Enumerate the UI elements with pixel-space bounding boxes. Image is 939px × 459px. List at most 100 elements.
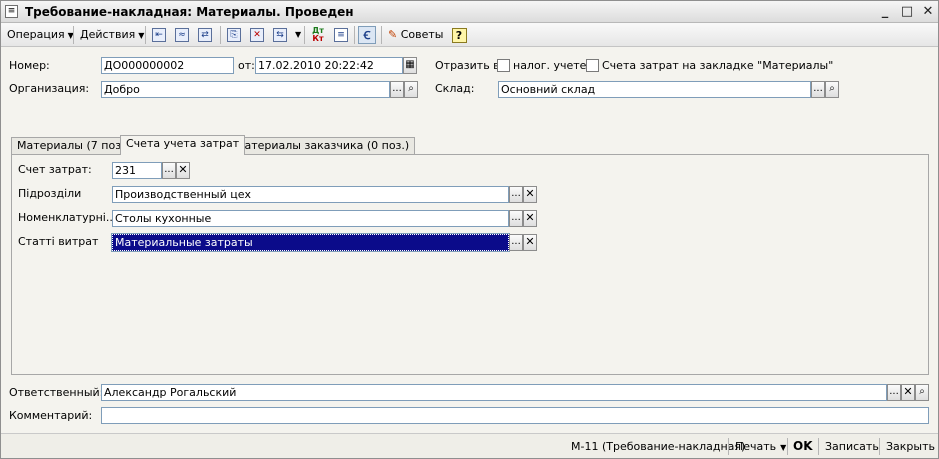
toolbar-separator xyxy=(145,26,146,44)
reflect-label: Отразить в: xyxy=(435,59,504,72)
nomenclature-field[interactable]: Столы кухонные xyxy=(112,210,509,227)
command-separator xyxy=(728,438,729,455)
organization-select-button[interactable]: ... xyxy=(390,81,404,98)
operation-menu-label: Операция xyxy=(7,28,65,41)
refresh-icon: ⇄ xyxy=(198,28,212,42)
structure-button[interactable]: ⇆ xyxy=(271,26,289,44)
tax-accounting-label: налог. учете xyxy=(513,59,587,72)
organization-label: Организация: xyxy=(9,82,90,95)
print-form-button[interactable]: М-11 (Требование-накладная) xyxy=(571,438,745,455)
tips-button[interactable]: ✎ Советы xyxy=(385,27,446,43)
clear-icon: ✕ xyxy=(178,163,188,176)
unpost-icon: ✕ xyxy=(250,28,264,42)
go-to-first-icon: ⇤ xyxy=(152,28,166,42)
nomenclature-select-button[interactable]: ... xyxy=(509,210,523,227)
close-window-button[interactable]: ✕ xyxy=(920,4,936,20)
toolbar-separator xyxy=(354,26,355,44)
tab-cost-accounts[interactable]: Счета учета затрат xyxy=(120,135,246,155)
filter-button[interactable]: Ꞓ xyxy=(358,26,376,44)
go-to-first-button[interactable]: ⇤ xyxy=(150,26,168,44)
toolbar-separator xyxy=(381,26,382,44)
refresh-button[interactable]: ⇄ xyxy=(196,26,214,44)
maximize-button[interactable]: □ xyxy=(899,4,915,20)
warehouse-field[interactable]: Основний склад xyxy=(498,81,811,98)
warehouse-select-button[interactable]: ... xyxy=(811,81,825,98)
dt-kt-icon-bottom: Кт xyxy=(312,34,324,43)
actions-menu[interactable]: Действия ▼ xyxy=(77,27,147,43)
command-separator xyxy=(879,438,880,455)
operation-menu[interactable]: Операция ▼ xyxy=(4,27,77,43)
command-bar: М-11 (Требование-накладная) Печать ▼ OK З… xyxy=(1,433,938,458)
list-button[interactable]: ≈ xyxy=(173,26,191,44)
help-icon: ? xyxy=(451,27,467,43)
number-field[interactable]: ДО000000002 xyxy=(101,57,234,74)
cost-accounts-panel: Счет затрат: 231 ... ✕ Підрозділи Произв… xyxy=(11,154,929,375)
calendar-button[interactable]: ▦ xyxy=(403,57,417,74)
organization-field[interactable]: Добро xyxy=(101,81,390,98)
subdivisions-clear-button[interactable]: ✕ xyxy=(523,186,537,203)
comment-label: Комментарий: xyxy=(9,409,93,422)
cost-accounts-on-tab-label: Счета затрат на закладке "Материалы" xyxy=(602,59,834,72)
nomenclature-clear-button[interactable]: ✕ xyxy=(523,210,537,227)
account-select-button[interactable]: ... xyxy=(162,162,176,179)
account-field[interactable]: 231 xyxy=(112,162,162,179)
toolbar-separator xyxy=(73,26,74,44)
date-label: от: xyxy=(238,59,255,72)
nomenclature-label: Номенклатурні... xyxy=(18,211,117,224)
responsible-open-button[interactable]: ⌕ xyxy=(915,384,929,401)
structure-icon: ⇆ xyxy=(273,28,287,42)
cost-items-label: Статті витрат xyxy=(18,235,99,248)
clear-icon: ✕ xyxy=(525,235,535,248)
cost-items-field[interactable]: Материальные затраты xyxy=(111,233,510,252)
tab-materials[interactable]: Материалы (7 поз.) xyxy=(11,137,135,154)
dropdown-arrow-icon: ▼ xyxy=(295,30,302,39)
warehouse-label: Склад: xyxy=(435,82,475,95)
account-label: Счет затрат: xyxy=(18,163,92,176)
journal-button[interactable]: ≡ xyxy=(332,26,350,44)
number-label: Номер: xyxy=(9,59,50,72)
cost-items-select-button[interactable]: ... xyxy=(509,234,523,251)
tips-icon: ✎ xyxy=(388,28,398,41)
search-icon: ⌕ xyxy=(829,83,835,94)
structure-dropdown[interactable]: ▼ xyxy=(289,26,304,42)
clear-icon: ✕ xyxy=(525,211,535,224)
comment-field[interactable] xyxy=(101,407,929,424)
clear-icon: ✕ xyxy=(903,385,913,398)
date-field[interactable]: 17.02.2010 20:22:42 xyxy=(255,57,403,74)
unpost-button[interactable]: ✕ xyxy=(248,26,266,44)
print-menu[interactable]: Печать ▼ xyxy=(735,438,786,455)
document-window: ≡ Требование-накладная: Материалы. Прове… xyxy=(0,0,939,459)
ok-button[interactable]: OK xyxy=(793,438,813,455)
help-button[interactable]: ? xyxy=(450,26,468,44)
search-icon: ⌕ xyxy=(919,386,925,397)
filter-icon: Ꞓ xyxy=(363,28,371,42)
responsible-field[interactable]: Александр Рогальский xyxy=(101,384,887,401)
journal-icon: ≡ xyxy=(334,28,348,42)
subdivisions-label: Підрозділи xyxy=(18,187,82,200)
subdivisions-field[interactable]: Производственный цех xyxy=(112,186,509,203)
dt-kt-button[interactable]: Дт Кт xyxy=(309,26,327,44)
window-title: Требование-накладная: Материалы. Проведе… xyxy=(25,5,354,19)
minimize-button[interactable]: _ xyxy=(877,4,893,20)
close-button[interactable]: Закрыть xyxy=(886,438,935,455)
warehouse-open-button[interactable]: ⌕ xyxy=(825,81,839,98)
responsible-clear-button[interactable]: ✕ xyxy=(901,384,915,401)
list-icon: ≈ xyxy=(175,28,189,42)
account-clear-button[interactable]: ✕ xyxy=(176,162,190,179)
tax-accounting-checkbox[interactable] xyxy=(497,59,510,72)
command-separator xyxy=(818,438,819,455)
actions-menu-label: Действия xyxy=(80,28,136,41)
command-separator xyxy=(787,438,788,455)
save-button[interactable]: Записать xyxy=(825,438,879,455)
dropdown-arrow-icon: ▼ xyxy=(138,31,145,40)
responsible-select-button[interactable]: ... xyxy=(887,384,901,401)
subdivisions-select-button[interactable]: ... xyxy=(509,186,523,203)
copy-document-button[interactable]: ⎘ xyxy=(225,26,243,44)
organization-open-button[interactable]: ⌕ xyxy=(404,81,418,98)
clear-icon: ✕ xyxy=(525,187,535,200)
cost-accounts-on-tab-checkbox[interactable] xyxy=(586,59,599,72)
tab-customer-materials[interactable]: Материалы заказчика (0 поз.) xyxy=(229,137,416,154)
calendar-icon: ▦ xyxy=(405,59,415,70)
cost-items-clear-button[interactable]: ✕ xyxy=(523,234,537,251)
title-bar: ≡ Требование-накладная: Материалы. Прове… xyxy=(1,1,938,23)
